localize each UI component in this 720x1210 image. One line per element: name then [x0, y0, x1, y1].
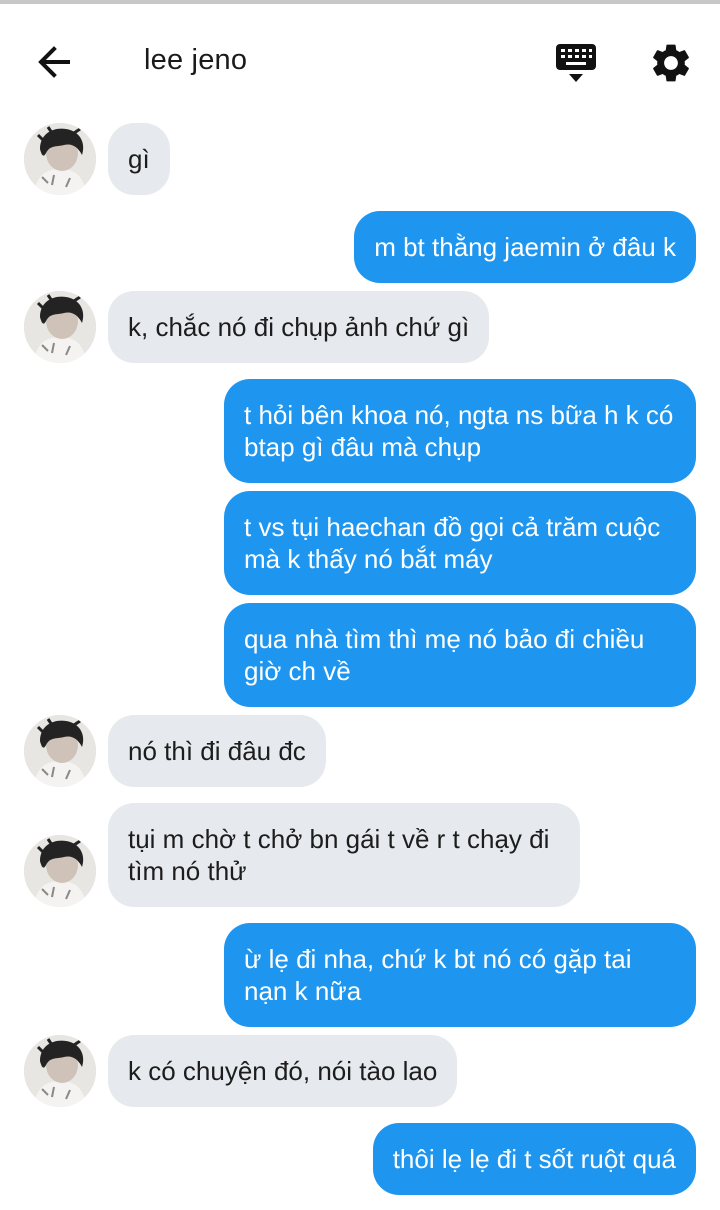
incoming-message-bubble[interactable]: k, chắc nó đi chụp ảnh chứ gì [108, 291, 490, 363]
profile-photo [24, 123, 96, 195]
profile-photo [24, 835, 96, 907]
avatar[interactable] [24, 715, 96, 787]
avatar[interactable] [24, 835, 96, 907]
outgoing-message-bubble[interactable]: t vs tụi haechan đồ gọi cả trăm cuộc mà … [224, 491, 696, 595]
incoming-message-bubble[interactable]: tụi m chờ t chở bn gái t về r t chạy đi … [108, 803, 580, 907]
outgoing-message-bubble[interactable]: ừ lẹ đi nha, chứ k bt nó có gặp tai nạn … [224, 923, 696, 1027]
incoming-message-bubble[interactable]: gì [108, 123, 170, 195]
outgoing-message-bubble[interactable]: thôi lẹ lẹ đi t sốt ruột quá [372, 1123, 696, 1195]
incoming-message-bubble[interactable]: k có chuyện đó, nói tào lao [108, 1035, 458, 1107]
avatar[interactable] [24, 123, 96, 195]
incoming-message-bubble[interactable]: nó thì đi đâu đc [108, 715, 326, 787]
outgoing-message-bubble[interactable]: m bt thằng jaemin ở đâu k [354, 211, 696, 283]
profile-photo [24, 1035, 96, 1107]
outgoing-message-bubble[interactable]: t hỏi bên khoa nó, ngta ns bữa h k có bt… [224, 379, 696, 483]
profile-photo [24, 291, 96, 363]
avatar[interactable] [24, 1035, 96, 1107]
message-list: gì m bt thằng jaemin ở đâu k k, chắc nó … [0, 0, 720, 1210]
outgoing-message-bubble[interactable]: qua nhà tìm thì mẹ nó bảo đi chiều giờ c… [224, 603, 696, 707]
avatar[interactable] [24, 291, 96, 363]
profile-photo [24, 715, 96, 787]
